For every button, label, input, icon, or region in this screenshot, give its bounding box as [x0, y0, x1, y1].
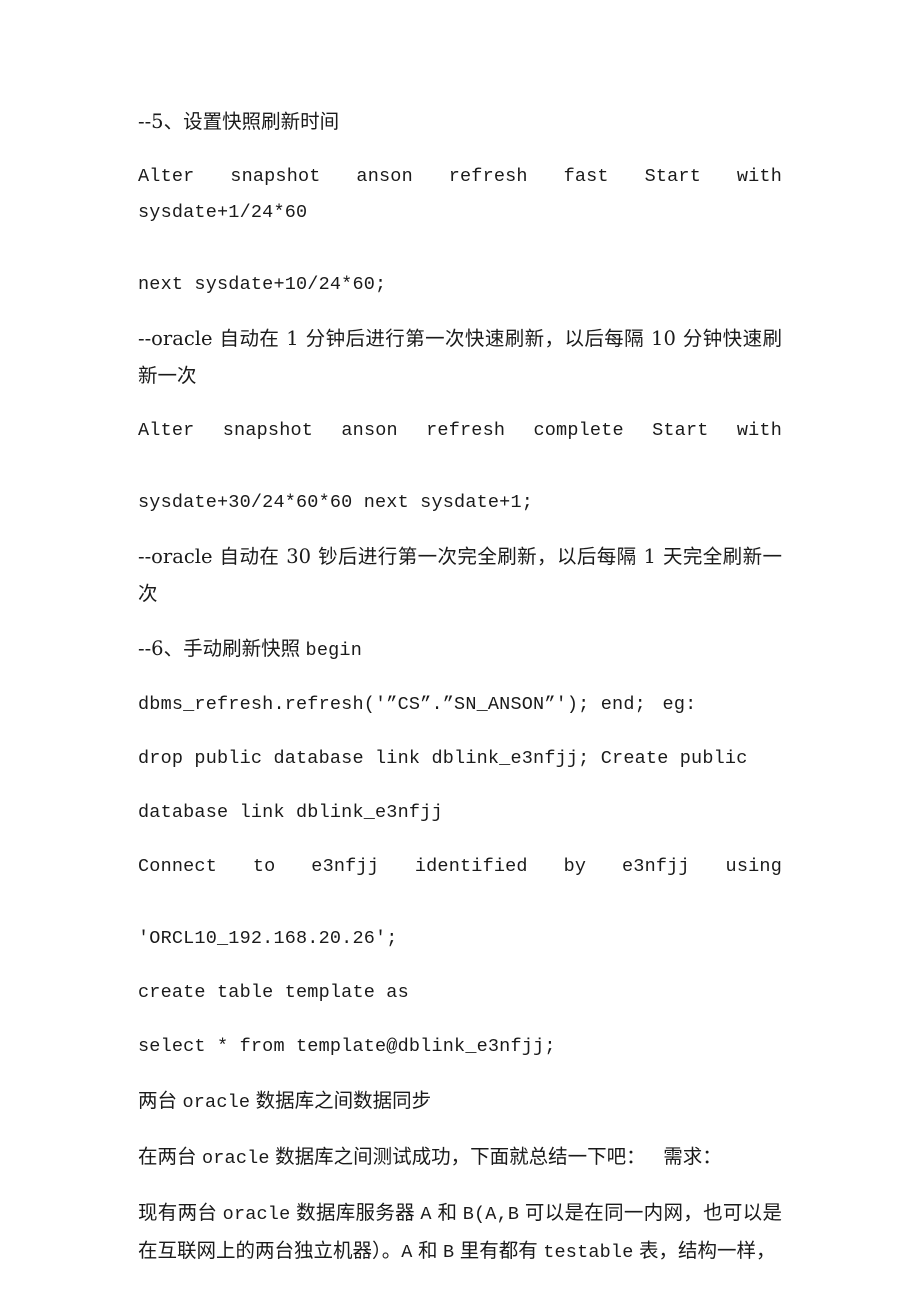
req-server-b-2: B — [442, 1242, 455, 1263]
code-block-alter-fast: Alter snapshot anson refresh fast Start … — [138, 159, 782, 303]
section-title-sync-keyword: oracle — [182, 1092, 251, 1113]
paragraph-intro: 在两台 oracle 数据库之间测试成功，下面就总结一下吧： 需求： — [138, 1139, 782, 1177]
req-server-a: A — [420, 1204, 432, 1225]
paragraph-requirement: 现有两台 oracle 数据库服务器 A 和 B(A,B 可以是在同一内网，也可以是在互联网… — [138, 1195, 782, 1271]
code-line-alter-complete-1: Alter snapshot anson refresh complete St… — [138, 420, 782, 441]
paragraph-intro-body: 数据库之间测试成功，下面就总结一下吧： — [275, 1145, 646, 1168]
req-table-name: testable — [543, 1242, 634, 1263]
code-line-drop-create-link: drop public database link dblink_e3nfjj;… — [138, 741, 782, 777]
code-line-dbms-refresh: dbms_refresh.refresh('”CS”.”SN_ANSON”');… — [138, 687, 782, 723]
paragraph-intro-prefix: 在两台 — [138, 1145, 197, 1168]
code-line-connect-1: Connect to e3nfjj identified by e3nfjj u… — [138, 856, 782, 877]
section-title-sync: 两台 oracle 数据库之间数据同步 — [138, 1083, 782, 1121]
code-eg-label: eg: — [662, 694, 697, 715]
note-fast-refresh: --oracle 自动在 1 分钟后进行第一次快速刷新，以后每隔 10 分钟快速… — [138, 321, 782, 395]
section-title-sync-suffix: 数据库之间数据同步 — [255, 1089, 432, 1112]
req-conjunction-2: 和 — [418, 1239, 438, 1262]
req-has-text: 里有都有 — [459, 1239, 538, 1262]
note-complete-refresh-text: --oracle 自动在 30 钞后进行第一次完全刷新，以后每隔 1 天完全刷新… — [138, 545, 782, 605]
code-line-database-link: database link dblink_e3nfjj — [138, 795, 782, 831]
paragraph-intro-keyword: oracle — [201, 1148, 270, 1169]
section-heading-5: --5、设置快照刷新时间 — [138, 104, 782, 141]
req-keyword-oracle: oracle — [222, 1204, 291, 1225]
document-body: --5、设置快照刷新时间 Alter snapshot anson refres… — [138, 104, 782, 1271]
req-server-b-paren: B(A,B — [462, 1204, 520, 1225]
note-complete-refresh: --oracle 自动在 30 钞后进行第一次完全刷新，以后每隔 1 天完全刷新… — [138, 539, 782, 613]
code-select-text: select * from template@dblink_e3nfjj; — [138, 1036, 556, 1057]
code-create-table-text: create table template as — [138, 982, 409, 1003]
paragraph-intro-requirement-label: 需求： — [663, 1145, 722, 1168]
req-server-a-2: A — [401, 1242, 413, 1263]
section-heading-6: --6、手动刷新快照 begin — [138, 631, 782, 669]
req-conjunction-1: 和 — [437, 1201, 458, 1224]
code-line-select: select * from template@dblink_e3nfjj; — [138, 1029, 782, 1065]
code-database-link-text: database link dblink_e3nfjj — [138, 802, 443, 823]
code-line-connect-2: 'ORCL10_192.168.20.26'; — [138, 928, 398, 949]
code-drop-create-text: drop public database link dblink_e3nfjj;… — [138, 748, 748, 769]
section-heading-5-text: --5、设置快照刷新时间 — [138, 110, 340, 133]
req-server-label: 数据库服务器 — [295, 1201, 415, 1224]
section-heading-6-keyword: begin — [305, 640, 362, 661]
req-prefix: 现有两台 — [138, 1201, 218, 1224]
section-title-sync-prefix: 两台 — [138, 1089, 178, 1112]
section-heading-6-text: --6、手动刷新快照 — [138, 637, 301, 660]
code-line-create-table: create table template as — [138, 975, 782, 1011]
code-block-connect: Connect to e3nfjj identified by e3nfjj u… — [138, 849, 782, 957]
code-dbms-refresh-text: dbms_refresh.refresh('”CS”.”SN_ANSON”');… — [138, 694, 646, 715]
code-line-alter-fast-1: Alter snapshot anson refresh fast Start … — [138, 166, 782, 223]
code-line-alter-fast-2: next sysdate+10/24*60; — [138, 274, 387, 295]
document-page: --5、设置快照刷新时间 Alter snapshot anson refres… — [0, 0, 920, 1302]
req-structure-text: 表，结构一样， — [638, 1239, 776, 1262]
code-block-alter-complete: Alter snapshot anson refresh complete St… — [138, 413, 782, 521]
code-line-alter-complete-2: sysdate+30/24*60*60 next sysdate+1; — [138, 492, 534, 513]
note-fast-refresh-text: --oracle 自动在 1 分钟后进行第一次快速刷新，以后每隔 10 分钟快速… — [138, 327, 782, 387]
